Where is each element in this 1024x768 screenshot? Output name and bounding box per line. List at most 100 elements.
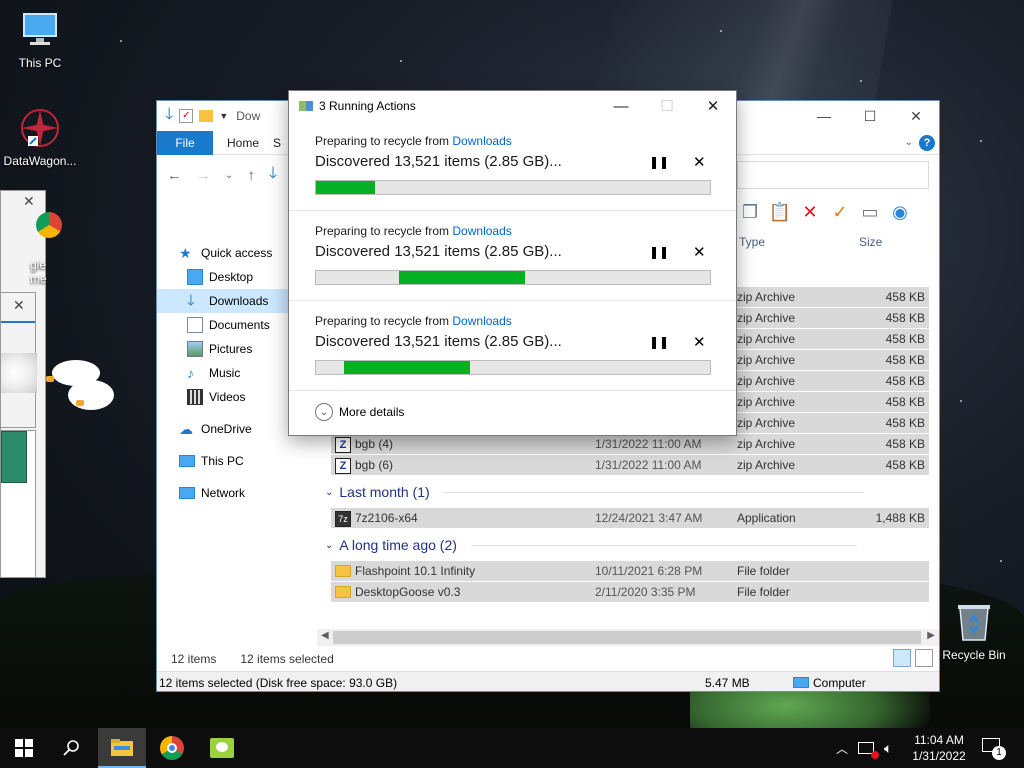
action-description: Preparing to recycle from Downloads xyxy=(315,224,512,238)
tab-file[interactable]: File xyxy=(157,130,213,155)
progress-fill xyxy=(316,181,376,194)
properties-icon[interactable]: ✓ xyxy=(179,109,194,123)
desktop-icon-datawagon[interactable]: DataWagon... xyxy=(2,106,78,168)
nav-network[interactable]: Network xyxy=(157,481,317,505)
goose-image xyxy=(1,353,37,393)
column-type[interactable]: Type xyxy=(739,235,765,249)
column-size[interactable]: Size xyxy=(859,235,882,249)
paste-icon[interactable]: 📋 xyxy=(769,201,791,223)
action-status: Discovered 13,521 items (2.85 GB)... xyxy=(315,153,562,170)
close-button[interactable]: ✕ xyxy=(893,101,939,131)
minimize-button[interactable]: — xyxy=(801,101,847,131)
horizontal-scrollbar[interactable]: ◀ ▶ xyxy=(317,629,939,646)
group-header-last-month[interactable]: ⌄ Last month (1) xyxy=(325,484,864,500)
explorer-title: Dow xyxy=(236,109,261,123)
document-icon xyxy=(187,317,203,333)
more-details-label: More details xyxy=(339,405,405,419)
pause-button[interactable]: ❚❚ xyxy=(649,155,669,169)
close-icon[interactable]: ✕ xyxy=(23,193,35,210)
globe-icon[interactable]: ◉ xyxy=(889,201,911,223)
item-count: 12 items xyxy=(171,652,217,666)
location-label: Computer xyxy=(813,676,866,690)
desktop-icon-label: This PC xyxy=(18,56,62,70)
clock-date: 1/31/2022 xyxy=(912,749,966,763)
nav-this-pc[interactable]: This PC xyxy=(157,449,317,473)
running-actions-dialog[interactable]: 3 Running Actions — ☐ ✕ Preparing to rec… xyxy=(288,90,737,436)
zip-file-icon: Z xyxy=(335,458,351,474)
pause-button[interactable]: ❚❚ xyxy=(649,245,669,259)
start-button[interactable] xyxy=(0,728,48,768)
folder-icon[interactable] xyxy=(199,110,214,122)
maximize-button[interactable]: ☐ xyxy=(847,101,893,131)
cancel-button[interactable]: ✕ xyxy=(693,153,706,171)
show-hidden-icons-icon[interactable]: ︿ xyxy=(836,740,848,757)
background-window-2[interactable]: ✕ xyxy=(0,292,37,428)
desktop-icon-label: gle me xyxy=(30,258,47,286)
cancel-button[interactable]: ✕ xyxy=(693,243,706,261)
chevron-down-icon: ⌄ xyxy=(315,403,333,421)
taskbar-clock[interactable]: 11:04 AM 1/31/2022 xyxy=(906,732,972,764)
search-button[interactable] xyxy=(48,728,96,768)
close-button[interactable]: ✕ xyxy=(690,91,736,121)
check-icon[interactable]: ✓ xyxy=(829,201,851,223)
help-icon[interactable]: ? xyxy=(919,135,935,151)
up-icon[interactable]: ↑ xyxy=(247,167,255,184)
table-row[interactable]: 7z 7z2106-x64 12/24/2021 3:47 AM Applica… xyxy=(331,508,929,528)
table-row[interactable]: Z bgb (4) 1/31/2022 11:00 AM zip Archive… xyxy=(331,434,929,454)
down-arrow-icon[interactable]: 🡓 xyxy=(165,103,173,130)
close-icon[interactable]: ✕ xyxy=(13,297,25,314)
action-description: Preparing to recycle from Downloads xyxy=(315,134,512,148)
chrome-desktop-icon-partial[interactable] xyxy=(36,212,62,238)
taskbar-chrome[interactable] xyxy=(148,728,196,768)
downloads-link[interactable]: Downloads xyxy=(452,134,511,148)
table-row[interactable]: Z bgb (6) 1/31/2022 11:00 AM zip Archive… xyxy=(331,455,929,475)
scroll-right-icon[interactable]: ▶ xyxy=(927,630,935,641)
back-icon[interactable]: ← xyxy=(167,167,182,184)
pause-button[interactable]: ❚❚ xyxy=(649,335,669,349)
picture-icon xyxy=(187,341,203,357)
search-icon xyxy=(63,740,79,756)
folder-icon xyxy=(335,586,351,598)
details-status-bar: 12 items selected (Disk free space: 93.0… xyxy=(157,671,939,691)
chevron-down-icon[interactable]: ▼ xyxy=(219,111,228,121)
network-icon xyxy=(179,487,195,499)
action-item-3: Preparing to recycle from Downloads Disc… xyxy=(289,301,736,391)
large-icons-view-button[interactable] xyxy=(915,649,933,667)
taskbar-file-explorer[interactable] xyxy=(98,728,146,768)
quick-toolbar: ❐ 📋 ✕ ✓ ▭ ◉ xyxy=(739,201,911,223)
downloads-link[interactable]: Downloads xyxy=(452,314,511,328)
rename-icon[interactable]: ▭ xyxy=(859,201,881,223)
delete-icon[interactable]: ✕ xyxy=(799,201,821,223)
copy-icon[interactable]: ❐ xyxy=(739,201,761,223)
minimize-button[interactable]: — xyxy=(598,91,644,121)
progress-fill xyxy=(343,361,470,374)
recycle-bin-icon xyxy=(952,600,996,644)
action-center-button[interactable]: 1 xyxy=(982,738,1006,760)
details-view-button[interactable] xyxy=(893,649,911,667)
downloads-link[interactable]: Downloads xyxy=(452,224,511,238)
progress-fill xyxy=(398,271,525,284)
desktop-icon-recycle-bin[interactable]: Recycle Bin xyxy=(936,600,1012,662)
computer-icon xyxy=(793,677,809,688)
desktop-icon-this-pc[interactable]: This PC xyxy=(2,8,78,70)
scroll-left-icon[interactable]: ◀ xyxy=(321,630,329,641)
forward-icon[interactable]: → xyxy=(196,167,211,184)
desktop-goose[interactable] xyxy=(40,354,116,424)
cancel-button[interactable]: ✕ xyxy=(693,333,706,351)
network-icon[interactable] xyxy=(858,742,880,759)
group-header-long-ago[interactable]: ⌄ A long time ago (2) xyxy=(325,537,857,553)
film-icon xyxy=(187,389,203,405)
volume-muted-icon[interactable]: 🔈︎ xyxy=(884,740,892,757)
tab-home[interactable]: Home xyxy=(213,136,273,150)
ribbon-expand-icon[interactable]: ⌄ xyxy=(905,137,913,148)
search-box[interactable] xyxy=(737,161,929,189)
table-row[interactable]: DesktopGoose v0.3 2/11/2020 3:35 PM File… xyxy=(331,582,929,602)
table-row[interactable]: Flashpoint 10.1 Infinity 10/11/2021 6:28… xyxy=(331,561,929,581)
action-status: Discovered 13,521 items (2.85 GB)... xyxy=(315,333,562,350)
taskbar-app[interactable] xyxy=(198,728,246,768)
recent-locations-icon[interactable]: ⌄ xyxy=(225,170,233,181)
scrollbar-thumb[interactable] xyxy=(333,631,921,644)
more-details-toggle[interactable]: ⌄ More details xyxy=(315,403,404,421)
background-window-3[interactable] xyxy=(0,430,36,578)
desktop-icon-label: Recycle Bin xyxy=(942,648,1006,662)
